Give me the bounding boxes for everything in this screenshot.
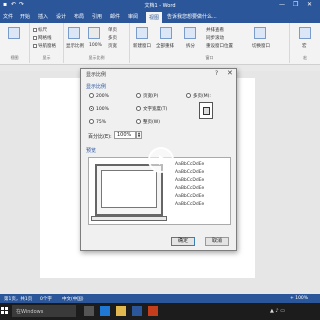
arrange-all-icon[interactable] (160, 27, 172, 39)
page-width-button[interactable]: 页宽 (108, 43, 117, 49)
zoom-icon[interactable] (68, 27, 80, 39)
tab-mailings[interactable]: 邮件 (110, 13, 120, 20)
preview-sample-line: AaBbCcDdEe (175, 170, 205, 175)
title-bar: ▪ ↶ ↷ 文档1 - Word — ❐ ✕ (0, 0, 320, 11)
close-window-button[interactable]: ✕ (307, 1, 312, 8)
maximize-button[interactable]: ❐ (293, 1, 298, 8)
close-icon[interactable]: ✕ (227, 69, 233, 77)
zoom-level[interactable]: + 100% (290, 296, 308, 301)
macros-icon[interactable] (299, 27, 311, 39)
minimize-button[interactable]: — (279, 1, 285, 8)
tab-layout[interactable]: 布局 (74, 13, 84, 20)
tab-design[interactable]: 设计 (56, 13, 66, 20)
tab-references[interactable]: 引用 (92, 13, 102, 20)
gridlines-checkbox[interactable]: 网格线 (33, 35, 52, 41)
language: 中文(中国) (62, 297, 84, 302)
status-bar: 第1页，共1页 0个字 中文(中国) + 100% (0, 294, 320, 303)
help-icon[interactable]: ? (215, 70, 218, 77)
multiple-pages-button[interactable]: 多页 (108, 35, 117, 41)
zoom-button[interactable]: 显示比例 (66, 43, 84, 49)
radio-many-pages[interactable]: 多页(M): (186, 93, 211, 99)
dialog-title: 显示比例 (86, 72, 107, 78)
read-mode-icon[interactable] (8, 27, 20, 39)
ribbon-group-macros: 宏 宏 (290, 23, 320, 63)
pages-picker-icon[interactable] (199, 102, 213, 119)
radio-75[interactable]: 75% (89, 119, 106, 125)
taskbar-search[interactable]: 在Windows (12, 305, 76, 317)
ribbon: 视图 标尺 网格线 导航窗格 显示 显示比例 100% 单页 多页 页宽 显示比… (0, 23, 320, 65)
preview-sample-line: AaBbCcDdEe (175, 194, 205, 199)
side-by-side-button[interactable]: 并排查看 (206, 27, 224, 33)
app-icon[interactable] (148, 306, 158, 316)
monitor-base-icon (91, 216, 167, 221)
zoom-100-icon[interactable] (88, 27, 100, 39)
tab-home[interactable]: 开始 (20, 13, 30, 20)
tab-file[interactable]: 文件 (3, 13, 13, 20)
percent-input[interactable]: 100% (114, 131, 136, 139)
word-count: 0个字 (40, 297, 52, 302)
split-icon[interactable] (184, 27, 196, 39)
radio-100[interactable]: 100% (89, 106, 109, 112)
tell-me-search[interactable]: 告诉我您想要做什么... (167, 13, 217, 20)
radio-page-width[interactable]: 页宽(P) (136, 93, 158, 99)
taskbar: 在Windows ▲ ♪ ▭ (0, 303, 320, 320)
monitor-icon (95, 164, 163, 216)
one-page-button[interactable]: 单页 (108, 27, 117, 33)
ribbon-group-views: 视图 (0, 23, 30, 63)
ribbon-group-zoom: 显示比例 100% 单页 多页 页宽 显示比例 (64, 23, 130, 63)
play-icon[interactable] (148, 147, 174, 173)
sync-scroll-button[interactable]: 同步滚动 (206, 35, 224, 41)
radio-text-width[interactable]: 文字宽度(T) (136, 106, 167, 112)
task-view-icon[interactable] (84, 306, 94, 316)
ribbon-group-show: 标尺 网格线 导航窗格 显示 (30, 23, 64, 63)
nav-pane-checkbox[interactable]: 导航窗格 (33, 43, 56, 49)
preview-sample-line: AaBbCcDdEe (175, 178, 205, 183)
reset-window-button[interactable]: 重设窗口位置 (206, 43, 233, 49)
switch-windows-icon[interactable] (254, 27, 266, 39)
preview-section-label: 预览 (86, 148, 97, 154)
file-explorer-icon[interactable] (116, 306, 126, 316)
percent-label: 百分比(E): (88, 134, 112, 140)
new-window-icon[interactable] (136, 27, 148, 39)
word-taskbar-icon[interactable] (132, 306, 142, 316)
ribbon-group-window: 新建窗口 全部重排 拆分 并排查看 同步滚动 重设窗口位置 切换窗口 窗口 (130, 23, 290, 63)
edge-icon[interactable] (100, 306, 110, 316)
radio-whole-page[interactable]: 整页(W) (136, 119, 160, 125)
cancel-button[interactable]: 取消 (205, 237, 229, 246)
tab-insert[interactable]: 插入 (38, 13, 48, 20)
ok-button[interactable]: 确定 (171, 237, 195, 246)
preview-sample-line: AaBbCcDdEe (175, 186, 205, 191)
tab-view[interactable]: 视图 (146, 12, 163, 23)
zoom-100-button[interactable]: 100% (89, 43, 102, 48)
tab-review[interactable]: 审阅 (128, 13, 138, 20)
page-count: 第1页，共1页 (4, 297, 33, 302)
radio-200[interactable]: 200% (89, 93, 109, 99)
ruler-checkbox[interactable]: 标尺 (33, 27, 47, 33)
system-tray[interactable]: ▲ ♪ ▭ (270, 308, 285, 314)
window-title: 文档1 - Word (144, 3, 176, 9)
preview-sample-line: AaBbCcDdEe (175, 202, 205, 207)
percent-spinner[interactable]: ▲ ▼ (136, 131, 142, 139)
zoom-section-label: 显示比例 (86, 84, 107, 90)
ribbon-tabs: 文件 开始 插入 设计 布局 引用 邮件 审阅 视图 告诉我您想要做什么... (0, 11, 320, 23)
windows-start-icon[interactable] (1, 307, 9, 315)
preview-sample-line: AaBbCcDdEe (175, 162, 205, 167)
